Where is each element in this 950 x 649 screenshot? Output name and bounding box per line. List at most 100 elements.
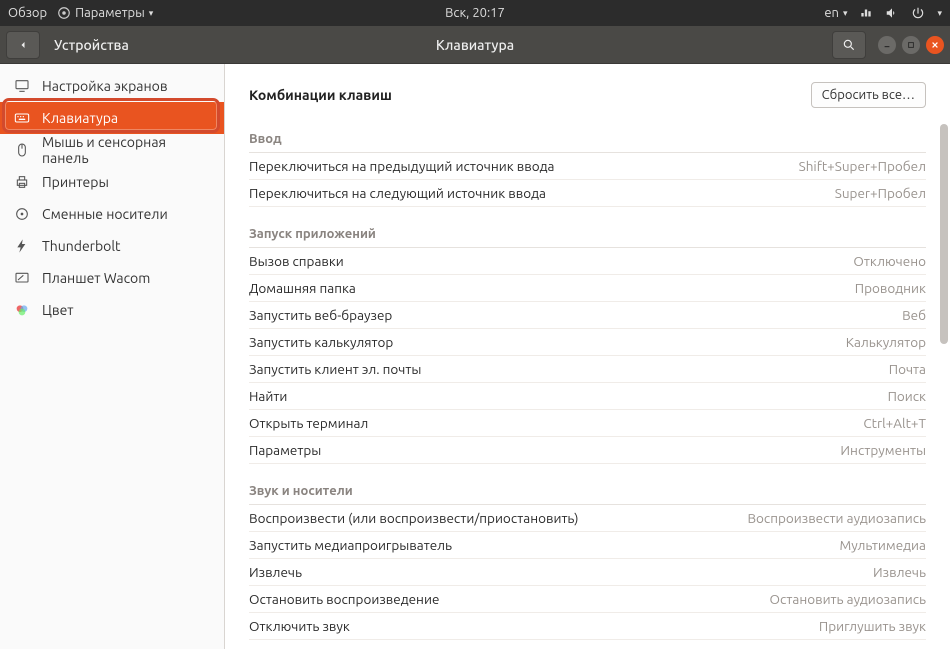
shortcut-value: Извлечь: [873, 564, 926, 580]
shortcut-value: Инструменты: [840, 442, 926, 458]
sidebar-item-wacom-tablet[interactable]: Планшет Wacom: [0, 262, 224, 294]
shortcut-value: Воспроизвести аудиозапись: [747, 510, 926, 526]
sidebar-item-displays[interactable]: Настройка экранов: [0, 70, 224, 102]
shortcut-row[interactable]: Переключиться на предыдущий источник вво…: [249, 153, 926, 180]
reset-all-button[interactable]: Сбросить все…: [811, 82, 926, 108]
settings-app-icon: [57, 6, 71, 20]
shortcut-row[interactable]: Воспроизвести (или воспроизвести/приоста…: [249, 505, 926, 532]
shortcut-row[interactable]: Домашняя папкаПроводник: [249, 275, 926, 302]
shortcut-label: Запустить калькулятор: [249, 334, 393, 350]
shortcut-row[interactable]: Найти Поиск: [249, 383, 926, 410]
sidebar-item-label: Мышь и сенсорная панель: [42, 134, 210, 166]
shortcut-row[interactable]: Предыдущая композиция Предыдущая аудиозап…: [249, 640, 926, 649]
sidebar-item-removable-media[interactable]: Сменные носители: [0, 198, 224, 230]
shortcut-row[interactable]: Запустить медиапроигрыватель Мультимедиа: [249, 532, 926, 559]
shortcut-value: Ctrl+Alt+T: [863, 415, 926, 431]
shortcut-label: Запустить медиапроигрыватель: [249, 537, 452, 553]
shortcut-label: Воспроизвести (или воспроизвести/приоста…: [249, 510, 578, 526]
sidebar-item-label: Сменные носители: [42, 206, 168, 222]
input-language-indicator[interactable]: en: [824, 6, 839, 20]
clock[interactable]: Вск, 20:17: [445, 6, 505, 20]
color-icon: [14, 302, 30, 318]
sidebar-item-color[interactable]: Цвет: [0, 294, 224, 326]
removable-media-icon: [14, 206, 30, 222]
window-close-button[interactable]: [926, 36, 944, 54]
keyboard-icon: [14, 110, 30, 126]
shortcut-label: Запустить веб-браузер: [249, 307, 392, 323]
back-button[interactable]: [6, 31, 40, 59]
group-header: Запуск приложений: [249, 215, 926, 248]
shortcut-label: Переключиться на предыдущий источник вво…: [249, 158, 554, 174]
shortcut-value: Предыдущая аудиозапись: [761, 645, 926, 649]
power-icon[interactable]: [911, 6, 925, 20]
shortcut-label: Предыдущая композиция: [249, 645, 412, 649]
page-title: Клавиатура: [436, 37, 514, 53]
display-icon: [14, 78, 30, 94]
shortcut-row[interactable]: Параметры Инструменты: [249, 437, 926, 464]
shortcut-label: Вызов справки: [249, 253, 344, 269]
shortcut-value: Поиск: [888, 388, 926, 404]
shortcut-label: Отключить звук: [249, 618, 350, 634]
sidebar-item-printers[interactable]: Принтеры: [0, 166, 224, 198]
shortcut-group: Ввод Переключиться на предыдущий источник…: [225, 120, 950, 215]
network-icon[interactable]: [859, 6, 873, 20]
volume-icon[interactable]: [885, 6, 899, 20]
activities-button[interactable]: Обзор: [8, 6, 47, 20]
shortcut-label: Параметры: [249, 442, 321, 458]
shortcut-label: Запустить клиент эл. почты: [249, 361, 421, 377]
sidebar-item-keyboard[interactable]: Клавиатура: [0, 102, 224, 134]
sidebar-item-label: Планшет Wacom: [42, 270, 150, 286]
window-header-bar: Устройства Клавиатура: [0, 26, 950, 64]
chevron-down-icon: ▾: [149, 8, 154, 19]
shortcut-row[interactable]: Запустить веб-браузер Веб: [249, 302, 926, 329]
printer-icon: [14, 174, 30, 190]
shortcut-label: Остановить воспроизведение: [249, 591, 439, 607]
shortcut-group: Звук и носители Воспроизвести (или воспро…: [225, 472, 950, 649]
chevron-down-icon: ▾: [937, 8, 942, 19]
shortcut-value: Почта: [889, 361, 926, 377]
shortcut-value: Shift+Super+Пробел: [799, 158, 926, 174]
shortcut-label: Переключиться на следующий источник ввод…: [249, 185, 546, 201]
sidebar-item-label: Принтеры: [42, 174, 109, 190]
app-menu[interactable]: Параметры ▾: [57, 6, 153, 20]
shortcut-row[interactable]: Запустить калькулятор Калькулятор: [249, 329, 926, 356]
shortcut-label: Извлечь: [249, 564, 302, 580]
scrollbar-thumb[interactable]: [940, 124, 948, 344]
content-title: Комбинации клавиш: [249, 87, 392, 103]
sidebar-item-thunderbolt[interactable]: Thunderbolt: [0, 230, 224, 262]
settings-sidebar: Настройка экранов Клавиатура Мышь и сенс…: [0, 64, 225, 649]
tablet-icon: [14, 270, 30, 286]
window-maximize-button[interactable]: [902, 36, 920, 54]
system-top-bar: Обзор Параметры ▾ Вск, 20:17 en ▾ ▾: [0, 0, 950, 26]
settings-content: Комбинации клавиш Сбросить все… Ввод Пере…: [225, 64, 950, 649]
shortcut-value: Super+Пробел: [835, 185, 926, 201]
shortcut-value: Мультимедиа: [839, 537, 926, 553]
thunderbolt-icon: [14, 238, 30, 254]
shortcut-row[interactable]: Отключить звук Приглушить звук: [249, 613, 926, 640]
sidebar-item-mouse-touchpad[interactable]: Мышь и сенсорная панель: [0, 134, 224, 166]
shortcut-value: Калькулятор: [846, 334, 926, 350]
shortcut-row[interactable]: Извлечь Извлечь: [249, 559, 926, 586]
shortcut-row[interactable]: Вызов справки Отключено: [249, 248, 926, 275]
shortcut-value: Отключено: [853, 253, 926, 269]
shortcut-label: Найти: [249, 388, 287, 404]
sidebar-item-label: Клавиатура: [42, 110, 118, 126]
sidebar-item-label: Thunderbolt: [42, 238, 121, 254]
group-header: Ввод: [249, 120, 926, 153]
shortcut-row[interactable]: Запустить клиент эл. почты Почта: [249, 356, 926, 383]
shortcut-row[interactable]: Переключиться на следующий источник ввод…: [249, 180, 926, 207]
section-title: Устройства: [54, 37, 129, 53]
window-minimize-button[interactable]: [878, 36, 896, 54]
shortcut-value: Приглушить звук: [819, 618, 926, 634]
shortcut-group: Запуск приложений Вызов справки Отключено Д…: [225, 215, 950, 472]
shortcut-value: Веб: [902, 307, 926, 323]
shortcut-row[interactable]: Открыть терминал Ctrl+Alt+T: [249, 410, 926, 437]
mouse-icon: [14, 142, 30, 158]
group-header: Звук и носители: [249, 472, 926, 505]
chevron-down-icon: ▾: [843, 8, 848, 19]
sidebar-item-label: Настройка экранов: [42, 78, 168, 94]
shortcut-row[interactable]: Остановить воспроизведение Остановить ауд…: [249, 586, 926, 613]
search-button[interactable]: [832, 31, 866, 59]
shortcut-label: Открыть терминал: [249, 415, 368, 431]
shortcut-value: Остановить аудиозапись: [769, 591, 926, 607]
